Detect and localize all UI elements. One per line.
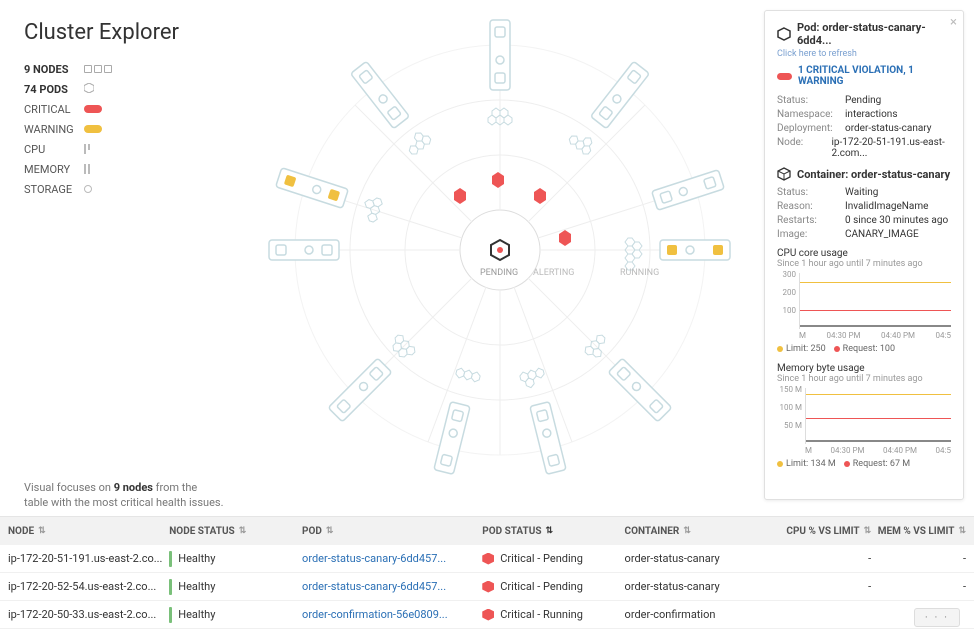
cell-pod-status: Critical - Running [482,608,624,621]
legend-nodes: 9 NODES [24,63,84,76]
cell-node: ip-172-20-50-33.us-east-2.co... [8,608,169,621]
cell-pod-link[interactable]: order-status-canary-6dd457... [302,552,482,565]
node-icon [84,65,112,73]
critical-hex-icon [482,553,494,565]
th-pod-status[interactable]: POD STATUS⇅ [482,526,624,537]
sort-icon: ⇅ [38,526,46,536]
cell-container: order-status-canary [625,580,777,593]
kv-row: Image:CANARY_IMAGE [777,229,951,240]
label-pending: PENDING [480,268,518,278]
kv-row: Status:Pending [777,95,951,106]
th-mem[interactable]: MEM % VS LIMIT⇅ [871,526,966,537]
cell-pod-status: Critical - Pending [482,552,624,565]
pod-icon [84,83,94,96]
close-icon[interactable]: × [950,15,957,30]
cpu-icon [84,144,90,154]
more-button[interactable]: · · · [914,608,960,627]
mem-chart-title: Memory byte usage [777,363,951,374]
kv-row: Node:ip-172-20-51-191.us-east-2.com... [777,137,951,159]
refresh-link[interactable]: Click here to refresh [777,49,951,59]
table-row[interactable]: ip-172-20-51-191.us-east-2.co...Healthyo… [0,545,974,573]
kv-row: Status:Waiting [777,187,951,198]
cell-node: ip-172-20-52-54.us-east-2.co... [8,580,169,593]
kv-row: Restarts:0 since 30 minutes ago [777,215,951,226]
legend-critical: CRITICAL [24,103,84,116]
chart-legend-item: Request: 100 [834,344,895,354]
chart-legend-item: Limit: 134 M [777,459,836,469]
kv-row: Deployment:order-status-canary [777,123,951,134]
cpu-chart-subtitle: Since 1 hour ago until 7 minutes ago [777,259,951,269]
critical-hex-icon [482,581,494,593]
sort-icon: ⇅ [864,526,872,536]
th-node[interactable]: NODE⇅ [8,526,169,537]
violation-text[interactable]: 1 CRITICAL VIOLATION, 1 WARNING [798,65,951,87]
table-header: NODE⇅ NODE STATUS⇅ POD⇅ POD STATUS⇅ CONT… [0,517,974,545]
legend-pods: 74 PODS [24,83,84,96]
page-title: Cluster Explorer [24,20,220,45]
mem-chart: 150 M 100 M 50 M [805,388,951,444]
sort-icon: ⇅ [326,526,334,536]
details-panel: × Pod: order-status-canary-6dd4... Click… [764,10,964,500]
container-title: Container: order-status-canary [797,168,950,181]
legend-cpu: CPU [24,143,84,156]
label-running: RUNNING [620,268,659,278]
legend-warning: WARNING [24,123,84,136]
container-cube-icon [777,167,791,181]
health-bar-icon [169,607,172,623]
visual-note: Visual focuses on 9 nodes from the table… [24,480,224,511]
th-container[interactable]: CONTAINER⇅ [625,526,777,537]
cell-container: order-status-canary [625,552,777,565]
cell-node: ip-172-20-51-191.us-east-2.co... [8,552,169,565]
cell-node-status: Healthy [169,551,302,567]
cpu-chart: 300 200 100 [799,273,951,329]
cell-mem: - [871,552,966,565]
panel-title: Pod: order-status-canary-6dd4... [797,21,951,47]
memory-icon [84,164,90,174]
table-row[interactable]: ip-172-20-52-54.us-east-2.co...Healthyor… [0,573,974,601]
cell-node-status: Healthy [169,607,302,623]
chart-legend-item: Limit: 250 [777,344,826,354]
data-table: NODE⇅ NODE STATUS⇅ POD⇅ POD STATUS⇅ CONT… [0,516,974,629]
cell-pod-link[interactable]: order-status-canary-6dd457... [302,580,482,593]
kv-row: Namespace:interactions [777,109,951,120]
legend: 9 NODES 74 PODS CRITICAL WARNING CPU MEM… [24,59,220,199]
warning-pill-icon [84,125,102,133]
kv-row: Reason:InvalidImageName [777,201,951,212]
cell-cpu: - [776,552,871,565]
legend-storage: STORAGE [24,183,84,196]
sort-icon: ⇅ [958,526,966,536]
th-node-status[interactable]: NODE STATUS⇅ [169,526,302,537]
cell-container: order-confirmation [625,608,777,621]
cell-node-status: Healthy [169,579,302,595]
cpu-chart-title: CPU core usage [777,248,951,259]
storage-icon [84,185,92,193]
cell-mem: - [871,580,966,593]
th-pod[interactable]: POD⇅ [302,526,482,537]
chart-legend-item: Request: 67 M [844,459,910,469]
sort-icon: ⇅ [239,526,247,536]
health-bar-icon [169,551,172,567]
th-cpu[interactable]: CPU % VS LIMIT⇅ [776,526,871,537]
sort-icon: ⇅ [683,526,691,536]
health-bar-icon [169,579,172,595]
cell-pod-link[interactable]: order-confirmation-56e0809... [302,608,482,621]
cell-pod-status: Critical - Pending [482,580,624,593]
cell-cpu: - [776,580,871,593]
sort-icon: ⇅ [546,526,554,536]
critical-pill-icon [84,105,102,113]
table-row[interactable]: ip-172-20-50-33.us-east-2.co...Healthyor… [0,601,974,629]
legend-memory: MEMORY [24,163,84,176]
violation-icon [777,73,792,80]
label-alerting: ALERTING [533,268,574,278]
mem-chart-subtitle: Since 1 hour ago until 7 minutes ago [777,374,951,384]
pod-hexagon-icon [777,27,791,41]
critical-hex-icon [482,609,494,621]
